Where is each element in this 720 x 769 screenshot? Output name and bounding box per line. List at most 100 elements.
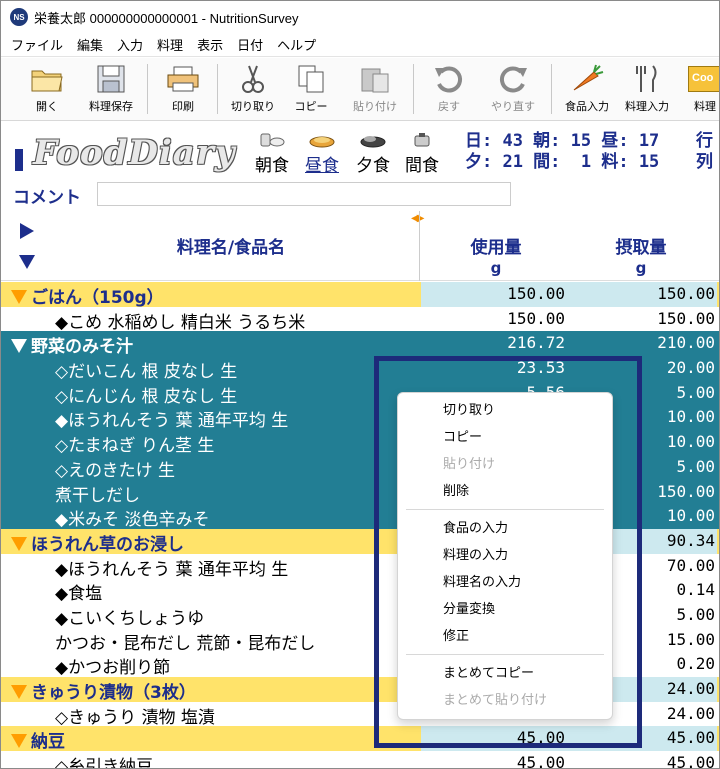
carrot-icon <box>568 62 606 96</box>
copy-button[interactable]: コピー <box>281 62 341 118</box>
context-menu-item[interactable]: 修正 <box>398 623 612 650</box>
entry-counts: 日: 43 朝: 15 昼: 17 夕: 21 間: 1 料: 15 <box>465 131 659 173</box>
row-label: 行 <box>696 131 713 151</box>
counts-line-2: 夕: 21 間: 1 料: 15 <box>465 152 660 172</box>
context-menu-item[interactable]: 分量変換 <box>398 596 612 623</box>
context-menu-item[interactable]: 削除 <box>398 478 612 505</box>
food-diary-header: FoodDiary 朝食 昼食 夕食 間食 日: 43 朝: 15 昼: 17 … <box>1 125 719 181</box>
used-amount[interactable]: 45.00 <box>421 726 567 752</box>
meal-tab-lunch[interactable]: 昼食 <box>305 131 339 176</box>
column-divider <box>419 211 420 281</box>
collapse-triangle-icon[interactable] <box>11 685 27 699</box>
context-menu-item[interactable]: 食品の入力 <box>398 515 612 542</box>
menu-file[interactable]: ファイル <box>11 35 63 54</box>
dish-row[interactable]: ごはん（150g） 150.00 150.00 <box>1 282 719 308</box>
collapse-triangle-icon[interactable] <box>11 290 27 304</box>
paste-button[interactable]: 貼り付け <box>345 62 405 118</box>
context-menu-item[interactable]: コピー <box>398 424 612 451</box>
context-menu-separator <box>406 509 604 510</box>
intake-amount[interactable]: 20.00 <box>567 356 717 381</box>
used-amount[interactable]: 45.00 <box>421 751 567 768</box>
toolbar-divider <box>147 64 148 114</box>
food-name: ◆こいくちしょうゆ <box>55 604 204 629</box>
collapse-triangle-icon[interactable] <box>11 536 27 551</box>
food-name: ◇だいこん 根 皮なし 生 <box>55 357 237 382</box>
dish-name: 納豆 <box>11 727 65 752</box>
cut-label: 切り取り <box>231 100 275 113</box>
used-amount[interactable]: 23.53 <box>421 356 567 381</box>
food-name: ◆こめ 水稲めし 精白米 うるち米 <box>55 308 305 333</box>
print-label: 印刷 <box>172 100 194 113</box>
column-header-name[interactable]: 料理名/食品名 <box>91 233 371 258</box>
cut-button[interactable]: 切り取り <box>223 62 283 118</box>
app-icon: NS <box>10 8 28 26</box>
more-dish-button[interactable]: Coo 料理 <box>675 62 719 118</box>
row-label: ◇にんじん 根 皮なし 生 <box>55 386 238 407</box>
context-menu-item[interactable]: 料理の入力 <box>398 542 612 569</box>
food-name: ◇たまねぎ りん茎 生 <box>55 431 214 456</box>
row-label: きゅうり漬物（3枚） <box>31 683 196 703</box>
dish-row[interactable]: 野菜のみそ汁 216.72 210.00 <box>1 331 719 357</box>
undo-button[interactable]: 戻す <box>419 62 479 118</box>
context-menu-item[interactable]: まとめて貼り付け <box>398 687 612 714</box>
meal-tab-snack[interactable]: 間食 <box>405 131 439 176</box>
expand-right-icon[interactable] <box>20 223 34 239</box>
counts-line-1: 日: 43 朝: 15 昼: 17 <box>465 131 660 151</box>
redo-label: やり直す <box>491 100 535 113</box>
menu-input[interactable]: 入力 <box>117 35 143 54</box>
title-bar: NS 栄養太郎 000000000000001 - NutritionSurve… <box>1 1 719 33</box>
menu-help[interactable]: ヘルプ <box>277 35 316 54</box>
row-label: ごはん（150g） <box>31 288 164 308</box>
column-resize-handle[interactable]: ◀▶ <box>411 213 424 224</box>
used-amount[interactable]: 216.72 <box>421 331 567 357</box>
menu-edit[interactable]: 編集 <box>77 35 103 54</box>
dish-row[interactable]: 納豆 45.00 45.00 <box>1 726 719 752</box>
context-menu-item[interactable]: 料理名の入力 <box>398 569 612 596</box>
food-input-label: 食品入力 <box>565 100 609 113</box>
collapse-triangle-icon[interactable] <box>11 339 27 354</box>
comment-input[interactable] <box>97 182 511 206</box>
used-amount[interactable]: 150.00 <box>421 282 567 307</box>
menu-date[interactable]: 日付 <box>237 35 263 54</box>
context-menu-item[interactable]: 切り取り <box>398 397 612 424</box>
scissors-icon <box>234 62 272 96</box>
open-button[interactable]: 開く <box>17 62 77 118</box>
food-name: ◇にんじん 根 皮なし 生 <box>55 382 237 407</box>
food-name: ◇きゅうり 漬物 塩漬 <box>55 703 215 728</box>
food-row[interactable]: ◆こめ 水稲めし 精白米 うるち米 150.00 150.00 <box>1 306 719 333</box>
dish-input-button[interactable]: 料理入力 <box>617 62 677 118</box>
intake-amount[interactable]: 150.00 <box>567 307 717 332</box>
row-label: ◆食塩 <box>55 584 103 605</box>
column-header-intake[interactable]: 摂取量 <box>586 233 696 258</box>
expand-down-icon[interactable] <box>19 255 35 269</box>
intake-amount[interactable]: 210.00 <box>567 331 717 357</box>
meal-tab-dinner[interactable]: 夕食 <box>356 131 390 176</box>
row-label: かつお・昆布だし 荒節・昆布だし <box>55 633 316 654</box>
column-header-used[interactable]: 使用量 <box>441 233 551 258</box>
open-label: 開く <box>36 100 58 113</box>
intake-amount[interactable]: 150.00 <box>567 282 717 307</box>
used-amount[interactable]: 150.00 <box>421 307 567 332</box>
food-input-button[interactable]: 食品入力 <box>557 62 617 118</box>
save-dish-label: 料理保存 <box>89 100 133 113</box>
dinner-icon <box>359 131 387 149</box>
context-menu-item[interactable]: まとめてコピー <box>398 660 612 687</box>
food-row[interactable]: ◇だいこん 根 皮なし 生 23.53 20.00 <box>1 356 719 382</box>
print-button[interactable]: 印刷 <box>153 62 213 118</box>
context-menu-item[interactable]: 貼り付け <box>398 451 612 478</box>
collapse-triangle-icon[interactable] <box>11 734 27 749</box>
menu-dish[interactable]: 料理 <box>157 35 183 54</box>
intake-amount[interactable]: 45.00 <box>567 751 717 768</box>
toolbar-divider <box>413 64 414 114</box>
save-dish-button[interactable]: 料理保存 <box>81 62 141 118</box>
menu-view[interactable]: 表示 <box>197 35 223 54</box>
redo-icon <box>494 62 532 96</box>
redo-button[interactable]: やり直す <box>483 62 543 118</box>
meal-tab-breakfast[interactable]: 朝食 <box>255 131 289 176</box>
food-diary-logo: FoodDiary <box>33 133 236 173</box>
copy-label: コピー <box>294 100 328 113</box>
toolbar-divider <box>217 64 218 114</box>
intake-amount[interactable]: 45.00 <box>567 726 717 752</box>
row-label: 煮干しだし <box>55 485 140 506</box>
food-row[interactable]: ◇糸引き納豆 45.00 45.00 <box>1 751 719 768</box>
